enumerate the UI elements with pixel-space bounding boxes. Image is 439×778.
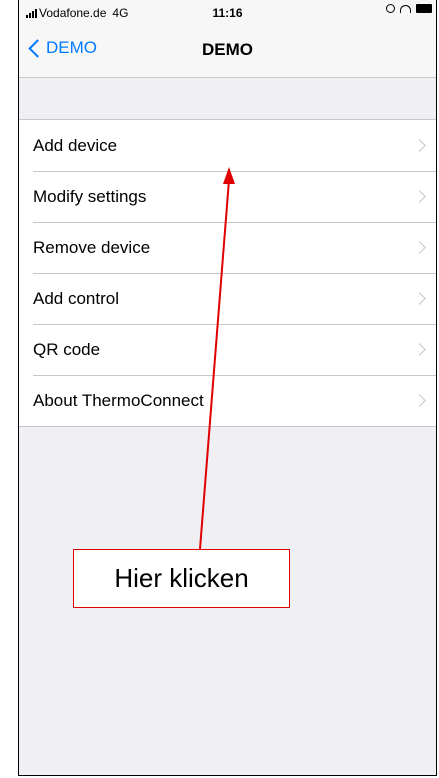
annotation-arrow-head bbox=[223, 167, 235, 184]
annotation-callout: Hier klicken bbox=[73, 549, 290, 608]
annotation-callout-text: Hier klicken bbox=[114, 563, 249, 593]
annotation-arrow bbox=[199, 167, 235, 550]
annotation-arrow-line bbox=[199, 179, 230, 550]
